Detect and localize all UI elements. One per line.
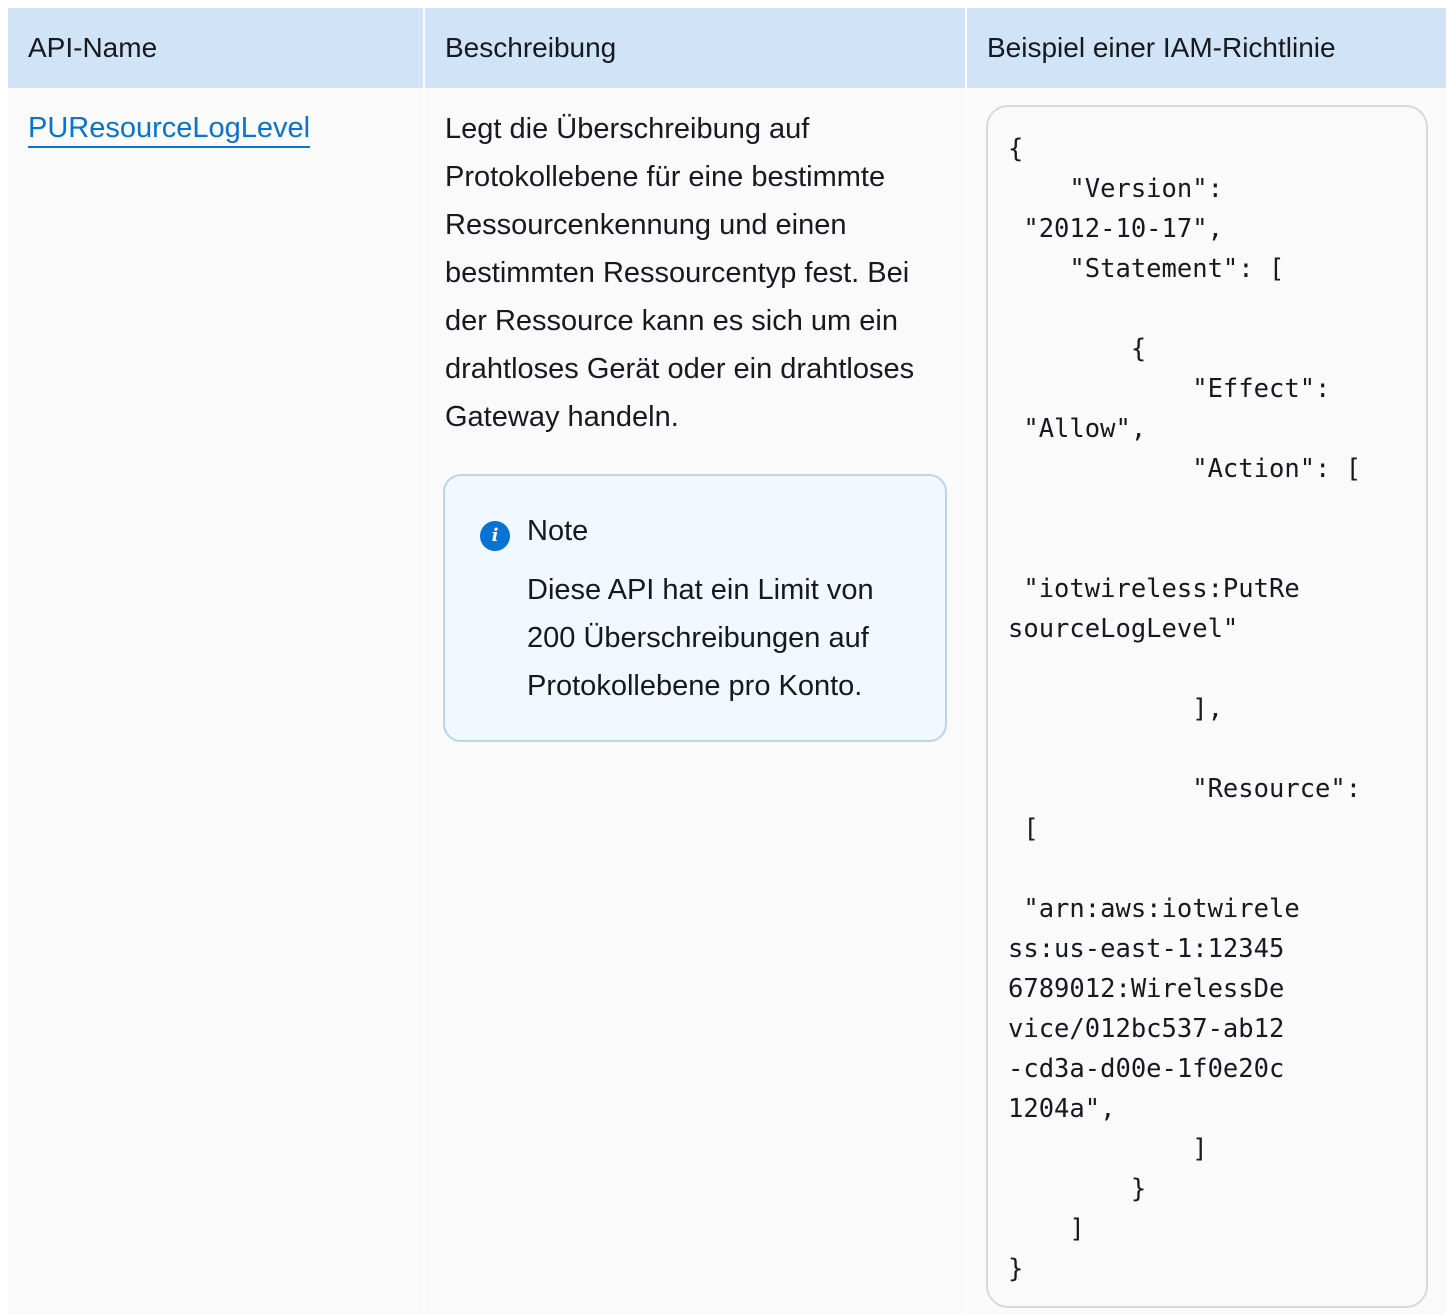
policy-code: { "Version": "2012-10-17", "Statement": … [1008,134,1362,1284]
column-header-description: Beschreibung [425,8,965,88]
api-table: API-Name Beschreibung Beispiel einer IAM… [8,8,1446,1315]
column-header-policy-example: Beispiel einer IAM-Richtlinie [967,8,1446,88]
column-header-api-name: API-Name [8,8,423,88]
note-body: Diese API hat ein Limit von 200 Überschr… [527,574,874,702]
api-name-link[interactable]: PUResourceLogLevel [28,110,311,148]
note-callout: i Note Diese API hat ein Limit von 200 Ü… [443,474,947,742]
note-title: Note [527,515,589,547]
info-icon: i [480,521,510,551]
policy-code-block: { "Version": "2012-10-17", "Statement": … [986,105,1428,1308]
column-divider [423,8,425,1315]
api-description: Legt die Überschreibung auf Protokollebe… [445,113,915,433]
column-divider [965,8,967,1315]
